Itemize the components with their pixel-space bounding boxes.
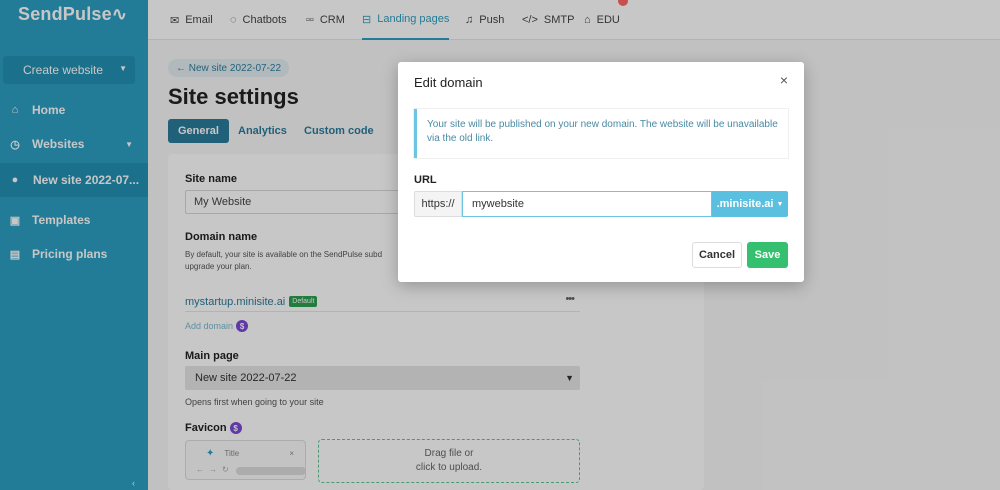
save-button[interactable]: Save — [747, 242, 788, 268]
cancel-button[interactable]: Cancel — [692, 242, 742, 268]
url-label: URL — [414, 174, 437, 186]
caret-down-icon: ▼ — [776, 200, 784, 208]
close-icon[interactable]: × — [780, 72, 788, 88]
edit-domain-modal: Edit domain × Your site will be publishe… — [398, 62, 804, 282]
url-prefix: https:// — [414, 191, 462, 217]
domain-suffix-dropdown[interactable]: .minisite.ai ▼ — [712, 191, 788, 217]
subdomain-input[interactable] — [462, 191, 712, 217]
notice-banner: Your site will be published on your new … — [414, 109, 788, 158]
modal-title: Edit domain — [414, 75, 483, 90]
domain-suffix-label: .minisite.ai — [716, 198, 774, 210]
